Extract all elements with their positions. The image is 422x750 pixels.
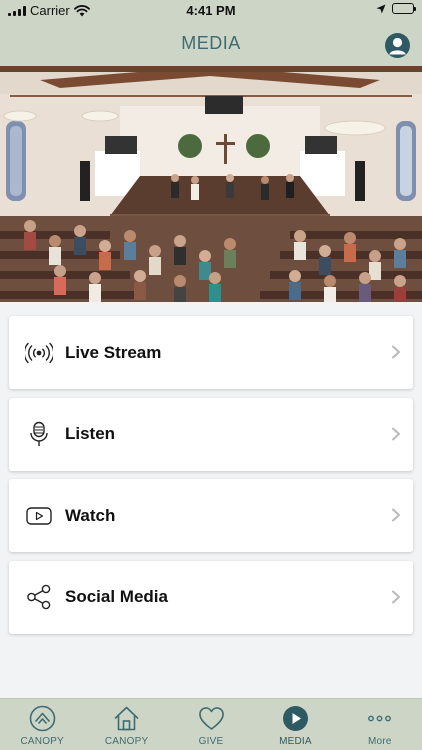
tab-label: GIVE (198, 736, 224, 747)
hero-image (0, 66, 422, 302)
page-title: MEDIA (181, 33, 241, 53)
tab-canopy-logo[interactable]: CANOPY (0, 699, 84, 750)
tab-canopy-home[interactable]: CANOPY (84, 699, 168, 750)
menu-item-listen[interactable]: Listen (9, 397, 413, 471)
status-right (376, 3, 416, 14)
tab-label: CANOPY (20, 736, 64, 747)
tab-give[interactable]: GIVE (169, 699, 253, 750)
home-icon (113, 705, 140, 732)
battery-icon (392, 3, 416, 14)
tab-bar: CANOPY CANOPY GIVE MEDIA More (0, 698, 422, 750)
sanctuary-photo (0, 66, 422, 302)
menu-item-social-media[interactable]: Social Media (9, 560, 413, 634)
location-arrow-icon (376, 4, 386, 13)
tab-label: More (368, 736, 392, 747)
top-bar: Carrier 4:41 PM MEDIA (0, 0, 422, 66)
share-icon (25, 583, 53, 611)
microphone-icon (25, 420, 53, 448)
chevron-right-icon (392, 590, 400, 603)
chevron-right-icon (392, 427, 400, 440)
play-circle-icon (282, 705, 309, 732)
menu-item-label: Social Media (65, 587, 168, 606)
more-dots-icon (366, 705, 393, 732)
menu-item-label: Listen (65, 424, 116, 443)
menu-item-label: Live Stream (65, 342, 162, 362)
tab-media[interactable]: MEDIA (253, 699, 337, 750)
tab-more[interactable]: More (338, 699, 422, 750)
heart-icon (198, 705, 225, 732)
menu-item-watch[interactable]: Watch (9, 479, 413, 552)
status-time: 4:41 PM (186, 3, 236, 18)
chevron-right-icon (392, 508, 400, 522)
media-menu-list: Live Stream Listen Watch Social Media (9, 316, 413, 642)
profile-button[interactable] (385, 33, 410, 58)
tab-label: MEDIA (279, 736, 312, 747)
menu-item-live-stream[interactable]: Live Stream (9, 316, 413, 389)
tab-label: CANOPY (104, 736, 149, 747)
chevron-right-icon (392, 345, 400, 359)
status-bar: Carrier 4:41 PM (0, 0, 422, 22)
canopy-logo-icon (29, 705, 56, 732)
broadcast-icon (25, 339, 53, 367)
video-play-icon (25, 502, 53, 530)
user-avatar-icon (389, 37, 406, 55)
menu-item-label: Watch (65, 505, 116, 525)
